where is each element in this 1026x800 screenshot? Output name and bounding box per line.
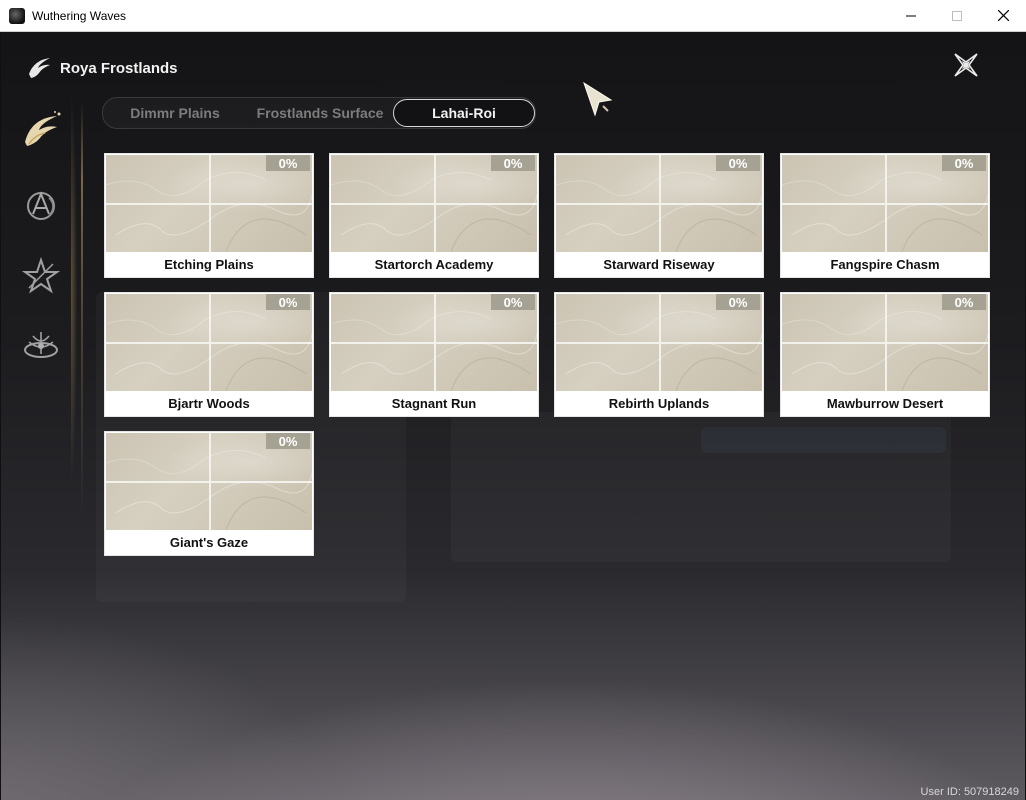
window-controls [888,0,1026,31]
region-card[interactable]: 0% Startorch Academy [329,153,539,278]
region-progress-badge: 0% [716,294,760,310]
region-card[interactable]: 0% Mawburrow Desert [780,292,990,417]
region-card[interactable]: 0% Stagnant Run [329,292,539,417]
header: Roya Frostlands [26,54,178,82]
minimize-button[interactable] [888,0,934,31]
maximize-button[interactable] [934,0,980,31]
tab-lahai-roi[interactable]: Lahai-Roi [393,99,535,127]
sidebar-item-region-4-icon[interactable] [19,324,63,368]
region-card[interactable]: 0% Rebirth Uplands [554,292,764,417]
region-card[interactable]: 0% Starward Riseway [554,153,764,278]
window-titlebar: Wuthering Waves [0,0,1026,32]
region-card[interactable]: 0% Fangspire Chasm [780,153,990,278]
background-panel [701,427,946,453]
region-card[interactable]: 0% Giant's Gaze [104,431,314,556]
tab-dimmr-plains[interactable]: Dimmr Plains [103,99,247,127]
minimize-icon [906,15,916,16]
region-name: Startorch Academy [374,257,494,272]
sidebar-item-region-2-icon[interactable] [19,184,63,228]
region-progress-badge: 0% [491,294,535,310]
game-viewport: Roya Frostlands Dimmr Plains Frostlands … [1,32,1025,800]
region-emblem-icon [29,58,50,78]
app-icon [9,7,25,24]
close-icon [997,10,1009,21]
region-name: Starward Riseway [603,257,715,272]
region-progress-badge: 0% [266,433,310,449]
region-name: Fangspire Chasm [830,257,940,272]
sidebar-item-region-3-icon[interactable] [19,254,63,298]
region-progress-badge: 0% [491,155,535,171]
region-name: Mawburrow Desert [826,396,944,411]
sidebar-divider [81,102,83,622]
mouse-cursor-icon [583,81,613,117]
region-progress-badge: 0% [716,155,760,171]
region-title: Roya Frostlands [60,59,178,77]
region-progress-badge: 0% [942,155,986,171]
tab-frostlands-surface[interactable]: Frostlands Surface [247,99,393,127]
region-name: Giant's Gaze [169,535,249,550]
user-id: User ID: 507918249 [920,786,1019,798]
region-card[interactable]: 0% Etching Plains [104,153,314,278]
region-name: Bjartr Woods [168,396,250,411]
close-map-button[interactable] [953,52,979,78]
close-window-button[interactable] [980,0,1026,31]
region-progress-badge: 0% [266,294,310,310]
region-progress-badge: 0% [266,155,310,171]
region-progress-badge: 0% [942,294,986,310]
region-name: Etching Plains [164,257,254,272]
window-title: Wuthering Waves [32,8,127,23]
region-name: Stagnant Run [391,396,477,411]
region-card[interactable]: 0% Bjartr Woods [104,292,314,417]
region-name: Rebirth Uplands [608,396,710,411]
maximize-icon [952,10,962,21]
subregion-tabs: Dimmr Plains Frostlands Surface Lahai-Ro… [102,97,536,129]
sidebar-item-frostlands-icon[interactable] [19,108,63,152]
